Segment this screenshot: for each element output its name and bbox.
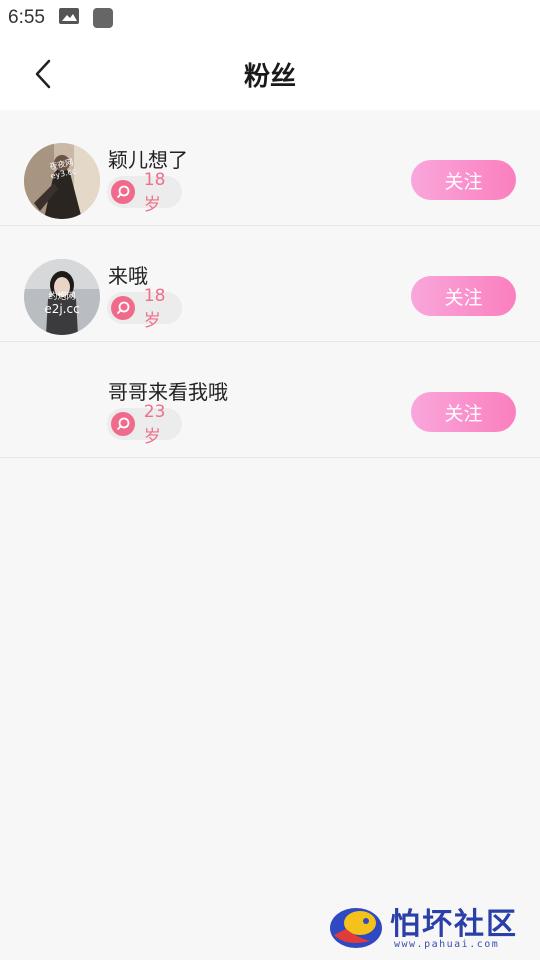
site-watermark: 怕坏社区 www.pahuai.com: [326, 895, 536, 955]
avatar[interactable]: 约炮网 e2j.cc: [24, 259, 100, 335]
list-item[interactable]: 约炮网 e2j.cc 来哦 18岁 关注: [0, 226, 540, 342]
age-text: 18岁: [143, 169, 166, 215]
fans-list: 夜夜网 ey3.cc 颖儿想了 18岁 关注 约炮网 e2j.cc 来哦 18岁…: [0, 110, 540, 458]
status-bar: 6:55: [0, 0, 540, 36]
age-badge: 18岁: [107, 170, 182, 215]
app-header: 粉丝: [0, 36, 540, 110]
watermark-title: 怕坏社区: [390, 907, 518, 942]
svg-text:e2j.cc: e2j.cc: [44, 302, 79, 316]
age-badge: 18岁: [107, 286, 182, 331]
app-icon: [92, 8, 113, 28]
age-text: 18岁: [143, 285, 166, 331]
watermark-logo-icon: [330, 908, 382, 948]
female-icon: [111, 180, 135, 204]
follow-button[interactable]: 关注: [411, 160, 516, 200]
page-title: 粉丝: [243, 62, 296, 92]
list-item[interactable]: 夜夜网 ey3.cc 颖儿想了 18岁 关注: [0, 110, 540, 226]
status-time: 6:55: [8, 7, 45, 28]
age-badge: 23岁: [107, 402, 182, 447]
female-icon: [111, 296, 135, 320]
age-text: 23岁: [143, 401, 166, 447]
avatar[interactable]: 夜夜网 ey3.cc: [24, 143, 100, 219]
image-icon: [58, 8, 79, 28]
list-item[interactable]: 哥哥来看我哦 23岁 关注: [0, 342, 540, 458]
svg-text:约炮网: 约炮网: [48, 290, 75, 302]
watermark-url: www.pahuai.com: [394, 939, 500, 950]
follow-button[interactable]: 关注: [411, 392, 516, 432]
female-icon: [111, 412, 135, 436]
follow-button[interactable]: 关注: [411, 276, 516, 316]
fan-name: 来哦: [108, 264, 148, 288]
